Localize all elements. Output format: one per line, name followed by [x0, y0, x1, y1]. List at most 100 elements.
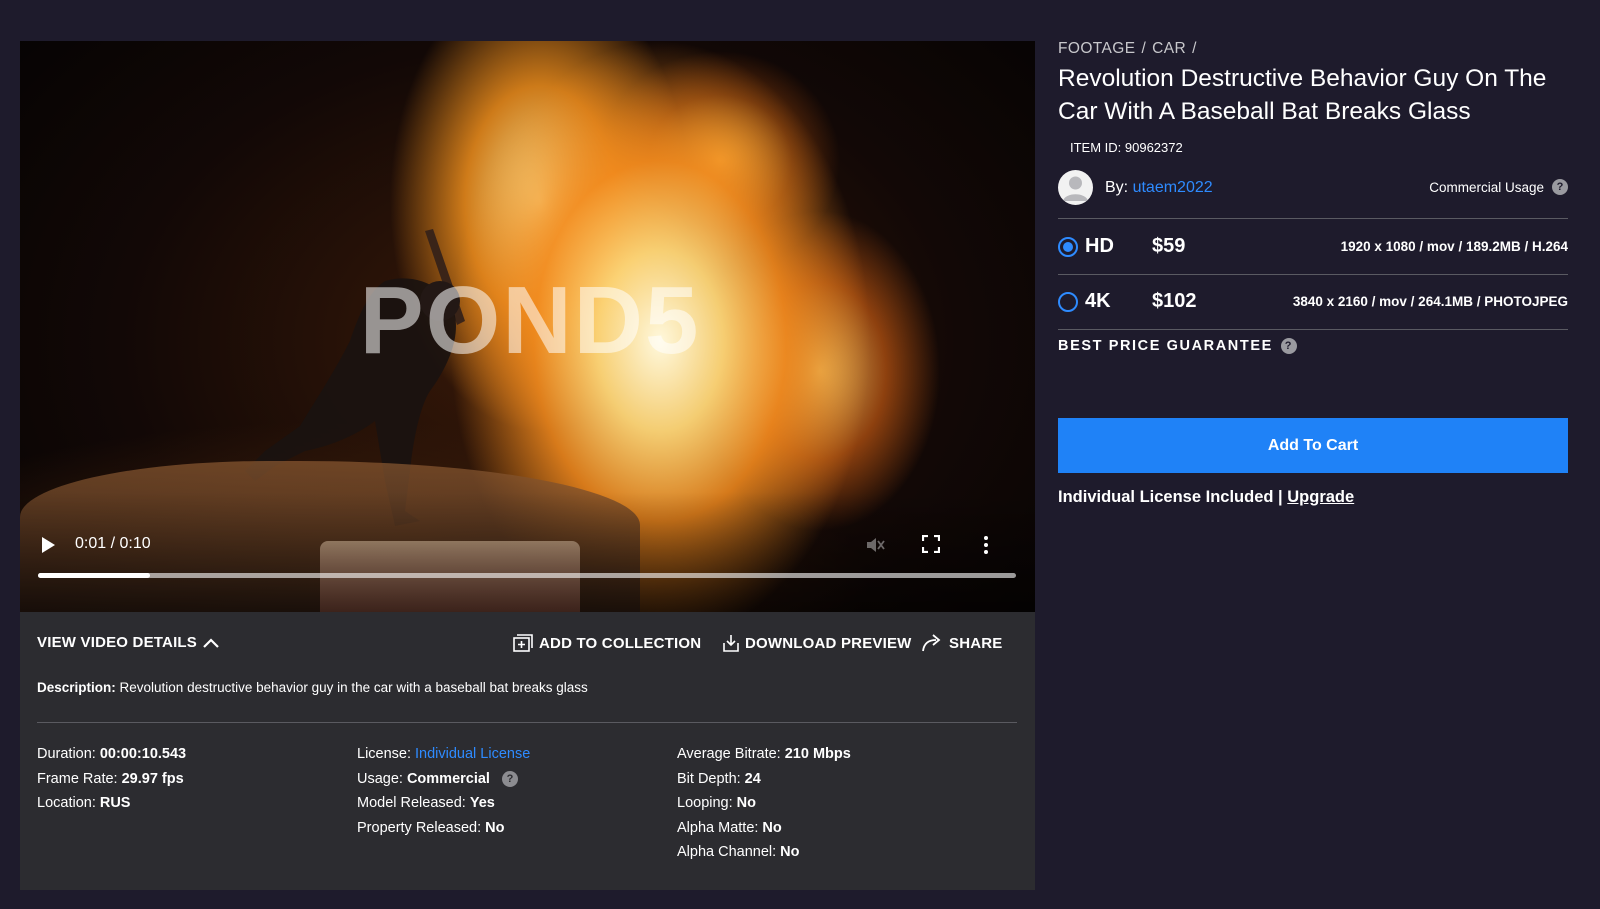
download-preview-label: DOWNLOAD PREVIEW [745, 634, 912, 652]
more-options-icon[interactable] [982, 535, 990, 555]
option-price: $102 [1152, 290, 1197, 312]
meta-duration: Duration: 00:00:10.543 [37, 742, 186, 767]
share-icon [922, 634, 941, 652]
video-details-panel: VIEW VIDEO DETAILS ADD TO COLLECTION DOW… [20, 612, 1035, 890]
breadcrumb-separator: / [1141, 40, 1147, 57]
option-divider [1058, 218, 1568, 219]
option-price: $59 [1152, 235, 1186, 257]
playback-time: 0:01 / 0:10 [75, 535, 151, 552]
option-hd[interactable]: HD $59 1920 x 1080 / mov / 189.2MB / H.2… [1058, 227, 1568, 267]
radio-4k[interactable] [1058, 292, 1078, 312]
meta-label: Alpha Matte: [677, 819, 759, 836]
breadcrumb-car[interactable]: CAR [1152, 40, 1186, 58]
by-label: By: [1105, 179, 1129, 196]
play-icon[interactable] [40, 536, 56, 554]
commercial-usage: Commercial Usage ? [1429, 179, 1568, 195]
meta-label: License: [357, 746, 412, 763]
option-spec: 3840 x 2160 / mov / 264.1MB / PHOTOJPEG [1292, 294, 1568, 309]
meta-value: 29.97 fps [121, 770, 184, 787]
breadcrumb: FOOTAGE / CAR / [1058, 40, 1197, 58]
add-collection-icon [513, 634, 533, 652]
option-spec: 1920 x 1080 / mov / 189.2MB / H.264 [1340, 239, 1568, 254]
commercial-usage-help-icon[interactable]: ? [1552, 179, 1568, 195]
meta-label: Location: [37, 795, 96, 812]
video-description: Description: Revolution destructive beha… [37, 680, 588, 695]
view-video-details-toggle[interactable]: VIEW VIDEO DETAILS [37, 634, 219, 651]
meta-license: License: Individual License [357, 742, 530, 767]
best-price-guarantee: BEST PRICE GUARANTEE ? [1058, 338, 1297, 354]
meta-label: Alpha Channel: [677, 844, 777, 861]
meta-alpha-matte: Alpha Matte: No [677, 816, 851, 841]
share-button[interactable]: SHARE [921, 634, 1003, 652]
description-label: Description: [37, 680, 116, 695]
item-id: ITEM ID: 90962372 [1070, 140, 1183, 155]
meta-location: Location: RUS [37, 791, 186, 816]
license-included: Individual License Included | Upgrade [1058, 488, 1354, 507]
download-preview-button[interactable]: DOWNLOAD PREVIEW [723, 634, 912, 652]
meta-alpha-channel: Alpha Channel: No [677, 840, 851, 865]
add-to-collection-button[interactable]: ADD TO COLLECTION [513, 634, 701, 652]
meta-value: 24 [744, 770, 761, 787]
meta-column-1: Duration: 00:00:10.543 Frame Rate: 29.97 f… [37, 742, 186, 816]
add-to-cart-button[interactable]: Add To Cart [1058, 418, 1568, 473]
license-included-text: Individual License Included | [1058, 488, 1283, 506]
meta-value: 210 Mbps [784, 746, 851, 763]
upgrade-link[interactable]: Upgrade [1287, 488, 1354, 506]
author-link[interactable]: utaem2022 [1133, 179, 1213, 196]
video-progress-fill [38, 573, 151, 578]
meta-value: Commercial [406, 770, 490, 787]
meta-label: Average Bitrate: [677, 746, 781, 763]
description-text: Revolution destructive behavior guy in t… [119, 680, 588, 695]
option-divider [1058, 329, 1568, 330]
add-to-collection-label: ADD TO COLLECTION [539, 634, 702, 652]
meta-value: 00:00:10.543 [99, 746, 187, 763]
meta-label: Frame Rate: [37, 770, 118, 787]
meta-value: No [485, 819, 505, 836]
view-video-details-label: VIEW VIDEO DETAILS [37, 634, 198, 651]
meta-value: No [780, 844, 800, 861]
details-divider [37, 722, 1017, 723]
meta-value: No [762, 819, 782, 836]
option-name: 4K [1085, 290, 1111, 312]
meta-label: Usage: [357, 770, 403, 787]
guarantee-label: BEST PRICE GUARANTEE [1058, 338, 1273, 354]
option-divider [1058, 274, 1568, 275]
author-byline: By: utaem2022 Commercial Usage ? [1058, 170, 1568, 206]
mute-icon[interactable] [865, 535, 885, 555]
download-icon [723, 635, 739, 652]
meta-label: Property Released: [357, 819, 482, 836]
breadcrumb-footage[interactable]: FOOTAGE [1058, 40, 1135, 58]
meta-label: Model Released: [357, 795, 466, 812]
meta-column-3: Average Bitrate: 210 Mbps Bit Depth: 24 Lo… [677, 742, 851, 865]
meta-model-released: Model Released: Yes [357, 791, 530, 816]
video-player[interactable]: POND5 0:01 / 0:10 [20, 41, 1035, 612]
chevron-up-icon [203, 637, 219, 648]
commercial-usage-label: Commercial Usage [1429, 179, 1544, 195]
option-4k[interactable]: 4K $102 3840 x 2160 / mov / 264.1MB / PH… [1058, 282, 1568, 322]
guarantee-help-icon[interactable]: ? [1280, 338, 1297, 354]
meta-value: RUS [99, 795, 131, 812]
avatar[interactable] [1058, 170, 1093, 205]
meta-label: Looping: [677, 795, 733, 812]
meta-frame-rate: Frame Rate: 29.97 fps [37, 767, 186, 792]
breadcrumb-separator: / [1192, 40, 1197, 57]
fullscreen-icon[interactable] [922, 535, 940, 553]
individual-license-link[interactable]: Individual License [415, 746, 530, 762]
meta-value: Yes [469, 795, 495, 812]
meta-label: Bit Depth: [677, 770, 741, 787]
video-progress-bar[interactable] [38, 573, 1016, 578]
pond5-watermark: POND5 [359, 267, 701, 374]
meta-usage: Usage: Commercial? [357, 767, 530, 792]
meta-bit-depth: Bit Depth: 24 [677, 767, 851, 792]
meta-property-released: Property Released: No [357, 816, 530, 841]
meta-looping: Looping: No [677, 791, 851, 816]
by-line: By: utaem2022 [1105, 179, 1213, 197]
usage-help-icon[interactable]: ? [501, 770, 518, 787]
meta-label: Duration: [37, 746, 96, 763]
share-label: SHARE [949, 634, 1003, 652]
page-title: Revolution Destructive Behavior Guy On T… [1058, 65, 1547, 125]
radio-hd[interactable] [1058, 237, 1078, 257]
user-avatar-icon [1063, 176, 1088, 201]
details-action-bar: VIEW VIDEO DETAILS ADD TO COLLECTION DOW… [37, 634, 1017, 658]
meta-average-bitrate: Average Bitrate: 210 Mbps [677, 742, 851, 767]
